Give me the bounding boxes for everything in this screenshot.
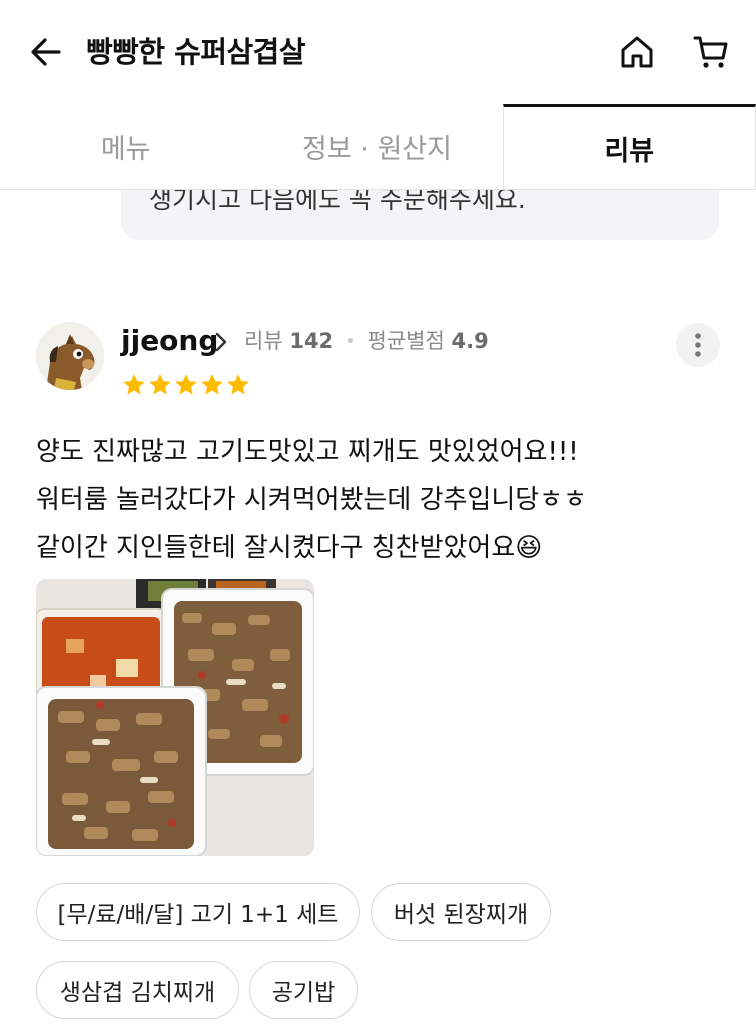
star-icon: [149, 373, 171, 395]
avg-rating-label: 평균별점: [367, 329, 445, 353]
review-photo[interactable]: [36, 579, 314, 856]
tab-reviews[interactable]: 리뷰: [502, 104, 756, 189]
store-title: 빵빵한 슈퍼삼겹살: [86, 35, 306, 69]
menu-chip[interactable]: [무/료/배/달] 고기 1+1 세트: [36, 883, 360, 941]
review-line-1: 양도 진짜많고 고기도맛있고 찌개도 맛있었어요!!!: [36, 437, 579, 467]
cart-button[interactable]: [688, 29, 734, 75]
star-icon: [175, 373, 197, 395]
star-icon: [123, 373, 145, 395]
review-line-2: 워터룸 놀러갔다가 시켜먹어봤는데 강추입니당ㅎㅎ: [36, 485, 588, 515]
chevron-right-icon[interactable]: [210, 331, 232, 353]
review-count: 142: [289, 329, 334, 353]
tab-menu-label: 메뉴: [100, 134, 151, 165]
tab-menu[interactable]: 메뉴: [0, 104, 251, 189]
laughing-emoji-icon: 😆: [515, 533, 543, 563]
cart-icon: [693, 36, 728, 68]
meta-separator: [347, 337, 353, 343]
more-options-button[interactable]: [676, 323, 720, 367]
tab-bar: 메뉴 정보 · 원산지 리뷰: [0, 104, 756, 190]
menu-chip[interactable]: 버섯 된장찌개: [371, 883, 551, 941]
tab-info-origin[interactable]: 정보 · 원산지: [251, 104, 502, 189]
avg-rating: 4.9: [451, 329, 489, 353]
menu-chip[interactable]: 공기밥: [249, 961, 358, 1019]
menu-chip[interactable]: 생삼겹 김치찌개: [36, 961, 239, 1019]
home-icon: [621, 36, 653, 68]
tab-reviews-label: 리뷰: [604, 135, 655, 167]
rating-stars: [121, 372, 251, 398]
tab-info-label: 정보 · 원산지: [302, 134, 452, 165]
back-button[interactable]: [24, 30, 68, 74]
star-icon: [227, 373, 249, 395]
star-icon: [201, 373, 223, 395]
review-count-label: 리뷰: [244, 329, 283, 353]
avatar[interactable]: [36, 322, 104, 390]
app-header: 빵빵한 슈퍼삼겹살: [0, 0, 756, 104]
more-vertical-icon: [695, 333, 701, 357]
review-text: 양도 진짜많고 고기도맛있고 찌개도 맛있었어요!!! 워터룸 놀러갔다가 시켜…: [36, 428, 587, 572]
home-button[interactable]: [614, 29, 660, 75]
arrow-left-icon: [31, 38, 61, 66]
reviewer-meta: 리뷰 142 평균별점 4.9: [244, 326, 489, 356]
reviewer-username[interactable]: jjeong: [121, 322, 218, 360]
review-line-3: 같이간 지인들한테 잘시켰다구 칭찬받았어요: [36, 533, 516, 563]
